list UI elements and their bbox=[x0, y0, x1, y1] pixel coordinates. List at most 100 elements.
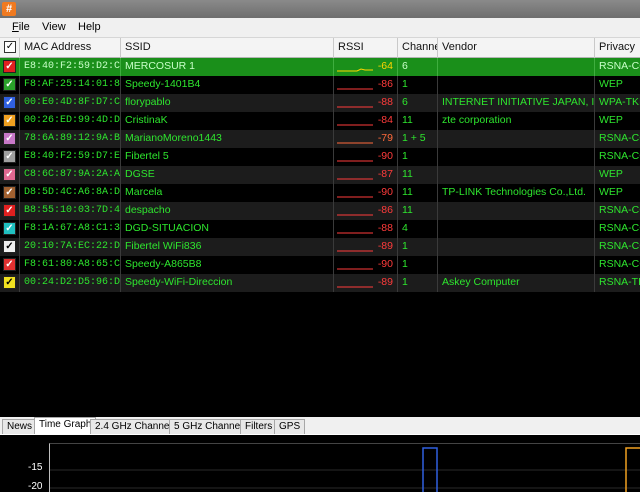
ssid-cell: DGSE bbox=[121, 166, 334, 184]
privacy-cell: RSNA-TKIP bbox=[599, 276, 640, 288]
row-checkbox[interactable]: ✓ bbox=[3, 222, 16, 235]
ssid-cell: florypablo bbox=[121, 94, 334, 112]
rssi-cell: -79 bbox=[334, 130, 398, 148]
network-list-header: ✓ MAC Address SSID RSSI Channel Vendor P… bbox=[0, 38, 640, 58]
channel-cell: 11 bbox=[398, 184, 438, 202]
rssi-value: -88 bbox=[377, 222, 393, 234]
row-checkbox-cell[interactable]: ✓ bbox=[0, 76, 20, 94]
row-checkbox[interactable]: ✓ bbox=[3, 96, 16, 109]
mac-address-cell: 00:E0:4D:8F:D7:C4 bbox=[20, 94, 121, 112]
row-checkbox[interactable]: ✓ bbox=[3, 240, 16, 253]
rssi-sparkline bbox=[337, 232, 373, 234]
channel-cell: 11 bbox=[398, 202, 438, 220]
mac-address-cell: E8:40:F2:59:D7:E6 bbox=[20, 148, 121, 166]
rssi-value: -89 bbox=[377, 276, 393, 288]
row-checkbox-cell[interactable]: ✓ bbox=[0, 112, 20, 130]
ssid-cell: MarianoMoreno1443 bbox=[121, 130, 334, 148]
network-row[interactable]: ✓ E8:40:F2:59:D2:CAMERCOSUR 1 6 RSNA-CCMP -6… bbox=[0, 58, 640, 76]
rssi-sparkline bbox=[337, 178, 373, 180]
bottom-tab-strip: News Time Graph 2.4 GHz Channels 5 GHz C… bbox=[0, 417, 640, 434]
y-tick-label: -15 bbox=[28, 462, 43, 473]
row-checkbox-cell[interactable]: ✓ bbox=[0, 184, 20, 202]
row-checkbox[interactable]: ✓ bbox=[3, 132, 16, 145]
row-checkbox-cell[interactable]: ✓ bbox=[0, 256, 20, 274]
ssid-cell: MERCOSUR 1 bbox=[121, 58, 334, 76]
network-row[interactable]: ✓ F8:AF:25:14:01:8D Speedy-1401B4 1 WEP -86 bbox=[0, 76, 640, 94]
column-vendor[interactable]: Vendor bbox=[438, 38, 595, 58]
privacy-cell: RSNA-CCMP bbox=[599, 204, 640, 216]
y-tick-label: -20 bbox=[28, 481, 43, 492]
column-channel[interactable]: Channel bbox=[398, 38, 438, 58]
network-row[interactable]: ✓ C8:6C:87:9A:2A:A0 DGSE 11 WEP -87 bbox=[0, 166, 640, 184]
row-checkbox-cell[interactable]: ✓ bbox=[0, 148, 20, 166]
privacy-cell: WPA-TKIP bbox=[599, 96, 640, 108]
row-checkbox[interactable]: ✓ bbox=[3, 60, 16, 73]
row-checkbox[interactable]: ✓ bbox=[3, 168, 16, 181]
menu-file[interactable]: File bbox=[12, 21, 30, 33]
network-row[interactable]: ✓ D8:5D:4C:A6:8A:D2 Marcela 11 TP-LINK Techn… bbox=[0, 184, 640, 202]
row-checkbox-cell[interactable]: ✓ bbox=[0, 166, 20, 184]
row-checkbox[interactable]: ✓ bbox=[3, 276, 16, 289]
row-checkbox[interactable]: ✓ bbox=[3, 204, 16, 217]
rssi-value: -86 bbox=[377, 204, 393, 216]
network-row[interactable]: ✓ 00:E0:4D:8F:D7:C4 florypablo 6 INTERNET IN… bbox=[0, 94, 640, 112]
rssi-sparkline bbox=[337, 124, 373, 126]
row-checkbox[interactable]: ✓ bbox=[3, 78, 16, 91]
column-ssid[interactable]: SSID bbox=[121, 38, 334, 58]
ssid-cell: Fibertel 5 bbox=[121, 148, 334, 166]
row-checkbox[interactable]: ✓ bbox=[3, 150, 16, 163]
select-all-cell[interactable]: ✓ bbox=[0, 38, 20, 58]
menu-view[interactable]: View bbox=[42, 21, 66, 33]
row-checkbox-cell[interactable]: ✓ bbox=[0, 94, 20, 112]
column-privacy[interactable]: Privacy bbox=[595, 38, 640, 58]
channel-cell: 1 bbox=[398, 256, 438, 274]
tab-gps[interactable]: GPS bbox=[274, 419, 306, 434]
row-checkbox-cell[interactable]: ✓ bbox=[0, 274, 20, 292]
mac-address-cell: 00:26:ED:99:4D:D3 bbox=[20, 112, 121, 130]
rssi-sparkline bbox=[337, 196, 373, 198]
row-checkbox-cell[interactable]: ✓ bbox=[0, 58, 20, 76]
row-checkbox[interactable]: ✓ bbox=[3, 114, 16, 127]
row-checkbox-cell[interactable]: ✓ bbox=[0, 238, 20, 256]
row-checkbox-cell[interactable]: ✓ bbox=[0, 202, 20, 220]
mac-address-cell: D8:5D:4C:A6:8A:D2 bbox=[20, 184, 121, 202]
rssi-sparkline bbox=[337, 160, 373, 162]
rssi-sparkline bbox=[337, 268, 373, 270]
row-checkbox[interactable]: ✓ bbox=[3, 258, 16, 271]
mac-address-cell: B8:55:10:03:7D:48 bbox=[20, 202, 121, 220]
network-row[interactable]: ✓ E8:40:F2:59:D7:E6Fibertel 5 1 RSNA-CCMP -9… bbox=[0, 148, 640, 166]
row-checkbox-cell[interactable]: ✓ bbox=[0, 130, 20, 148]
time-graph-svg bbox=[50, 447, 640, 492]
ssid-cell: Fibertel WiFi836 bbox=[121, 238, 334, 256]
network-row[interactable]: ✓ 00:26:ED:99:4D:D3 CristinaK 11 zte corpora… bbox=[0, 112, 640, 130]
rssi-value: -87 bbox=[377, 168, 393, 180]
rssi-cell: -90 bbox=[334, 184, 398, 202]
menu-help[interactable]: Help bbox=[78, 21, 101, 33]
vendor-cell bbox=[438, 76, 595, 94]
mac-address-cell: 20:10:7A:EC:22:DF bbox=[20, 238, 121, 256]
column-rssi[interactable]: RSSI bbox=[334, 38, 398, 58]
network-row[interactable]: ✓ 20:10:7A:EC:22:DF Fibertel WiFi836 1 RSNA-… bbox=[0, 238, 640, 256]
row-checkbox[interactable]: ✓ bbox=[3, 186, 16, 199]
vendor-cell bbox=[438, 166, 595, 184]
time-graph-plot bbox=[49, 443, 640, 492]
network-row[interactable]: ✓ B8:55:10:03:7D:48despacho 11 RSNA-CCMP -86 bbox=[0, 202, 640, 220]
tab-filters[interactable]: Filters bbox=[240, 419, 278, 434]
vendor-cell bbox=[438, 202, 595, 220]
network-row[interactable]: ✓ 00:24:D2:D5:96:D8 Speedy-WiFi-Direccion 1… bbox=[0, 274, 640, 292]
tab-time-graph[interactable]: Time Graph bbox=[34, 417, 97, 434]
mac-address-cell: C8:6C:87:9A:2A:A0 bbox=[20, 166, 121, 184]
ssid-cell: Speedy-A865B8 bbox=[121, 256, 334, 274]
network-row[interactable]: ✓ F8:61:80:A8:65:C1Speedy-A865B8 1 RSNA-CCM… bbox=[0, 256, 640, 274]
vendor-cell bbox=[438, 238, 595, 256]
column-mac-address[interactable]: MAC Address bbox=[20, 38, 121, 58]
row-checkbox-cell[interactable]: ✓ bbox=[0, 220, 20, 238]
network-row[interactable]: ✓ 78:6A:89:12:9A:B4 MarianoMoreno1443 1 + 5… bbox=[0, 130, 640, 148]
rssi-cell: -89 bbox=[334, 274, 398, 292]
network-row[interactable]: ✓ F8:1A:67:A8:C1:36DGD-SITUACION 4 RSNA-CCM… bbox=[0, 220, 640, 238]
rssi-value: -89 bbox=[377, 240, 393, 252]
select-all-checkbox[interactable]: ✓ bbox=[4, 41, 16, 53]
tab-news[interactable]: News bbox=[2, 419, 38, 434]
vendor-cell: zte corporation bbox=[438, 112, 595, 130]
tab-2-4-ghz-channels[interactable]: 2.4 GHz Channels bbox=[90, 419, 182, 434]
